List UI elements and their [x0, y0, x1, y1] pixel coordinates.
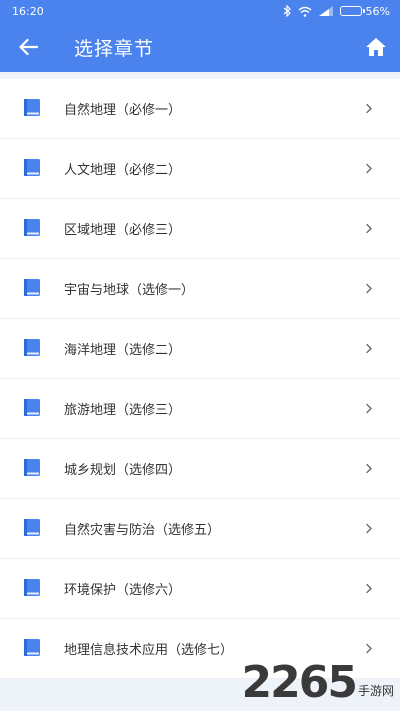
- chapter-item[interactable]: 自然地理（必修一）: [0, 79, 400, 139]
- chapter-label: 城乡规划（选修四）: [64, 463, 182, 478]
- signal-icon: [318, 6, 333, 16]
- watermark-number: 2265: [241, 657, 358, 708]
- back-button[interactable]: [4, 22, 52, 72]
- arrow-left-icon: [19, 38, 38, 56]
- app-bar: 选择章节: [0, 22, 400, 72]
- chapter-label: 宇宙与地球（选修一）: [64, 283, 195, 298]
- chapter-item[interactable]: 宇宙与地球（选修一）: [0, 259, 400, 319]
- chapter-item[interactable]: 城乡规划（选修四）: [0, 439, 400, 499]
- chapter-item[interactable]: 环境保护（选修六）: [0, 559, 400, 619]
- book-icon: [24, 399, 40, 416]
- home-button[interactable]: [364, 35, 388, 59]
- chevron-right-icon: [366, 163, 372, 174]
- chevron-right-icon: [366, 283, 372, 294]
- book-icon: [24, 99, 40, 116]
- status-icons: 56%: [283, 5, 390, 18]
- chapter-item[interactable]: 自然灾害与防治（选修五）: [0, 499, 400, 559]
- book-icon: [24, 459, 40, 476]
- book-icon: [24, 279, 40, 296]
- chapter-item[interactable]: 人文地理（必修二）: [0, 139, 400, 199]
- status-time: 16:20: [12, 4, 44, 18]
- chevron-right-icon: [366, 223, 372, 234]
- chapter-label: 旅游地理（选修三）: [64, 403, 182, 418]
- chapter-label: 自然地理（必修一）: [64, 103, 182, 118]
- chevron-right-icon: [366, 643, 372, 654]
- book-icon: [24, 579, 40, 596]
- home-icon: [366, 38, 386, 56]
- chapter-list: 自然地理（必修一） 人文地理（必修二） 区域地理（必修三） 宇宙与地球（选修一） 海洋地…: [0, 79, 400, 679]
- battery-level: 56%: [365, 4, 390, 18]
- chapter-label: 人文地理（必修二）: [64, 163, 182, 178]
- watermark: 2265 手游网: [242, 661, 394, 705]
- chevron-right-icon: [366, 523, 372, 534]
- status-bar: 16:20 56%: [0, 0, 400, 22]
- chapter-label: 区域地理（必修三）: [64, 223, 182, 238]
- page-title: 选择章节: [74, 37, 155, 60]
- chevron-right-icon: [366, 103, 372, 114]
- chevron-right-icon: [366, 463, 372, 474]
- chevron-right-icon: [366, 403, 372, 414]
- watermark-text: 手游网: [357, 684, 394, 698]
- book-icon: [24, 639, 40, 656]
- book-icon: [24, 159, 40, 176]
- chapter-label: 地理信息技术应用（选修七）: [64, 643, 234, 658]
- chevron-right-icon: [366, 583, 372, 594]
- chapter-item[interactable]: 海洋地理（选修二）: [0, 319, 400, 379]
- chapter-label: 环境保护（选修六）: [64, 583, 182, 598]
- bluetooth-icon: [283, 5, 291, 17]
- book-icon: [24, 339, 40, 356]
- chapter-item[interactable]: 区域地理（必修三）: [0, 199, 400, 259]
- battery-icon: [339, 6, 365, 16]
- chevron-right-icon: [366, 343, 372, 354]
- chapter-label: 自然灾害与防治（选修五）: [64, 523, 221, 538]
- book-icon: [24, 519, 40, 536]
- book-icon: [24, 219, 40, 236]
- chapter-item[interactable]: 旅游地理（选修三）: [0, 379, 400, 439]
- battery-indicator: 56%: [339, 4, 390, 18]
- wifi-icon: [298, 6, 312, 17]
- chapter-label: 海洋地理（选修二）: [64, 343, 182, 358]
